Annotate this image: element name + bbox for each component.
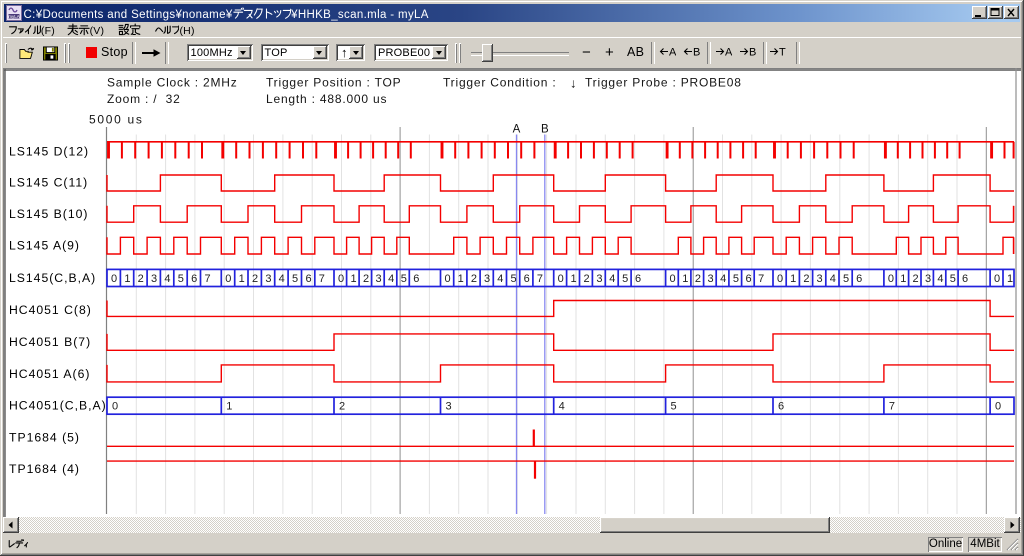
svg-text:3: 3 — [376, 273, 382, 285]
svg-text:B: B — [541, 124, 549, 136]
svg-text:3: 3 — [151, 273, 157, 285]
svg-text:3: 3 — [445, 401, 451, 413]
svg-text:1: 1 — [226, 401, 232, 413]
svg-text:6: 6 — [962, 273, 968, 285]
svg-text:HC4051 A(6): HC4051 A(6) — [9, 367, 90, 381]
svg-text:Sample Clock : 2MHz: Sample Clock : 2MHz — [107, 76, 238, 90]
svg-text:HC4051(C,B,A): HC4051(C,B,A) — [9, 399, 107, 413]
svg-text:1: 1 — [1007, 273, 1013, 285]
svg-text:3: 3 — [817, 273, 823, 285]
svg-text:1: 1 — [239, 273, 245, 285]
svg-text:5: 5 — [950, 273, 956, 285]
svg-text:5: 5 — [622, 273, 628, 285]
svg-text:7: 7 — [889, 401, 895, 413]
svg-text:2: 2 — [913, 273, 919, 285]
svg-text:6: 6 — [778, 401, 784, 413]
svg-text:3: 3 — [265, 273, 271, 285]
svg-text:0: 0 — [444, 273, 450, 285]
svg-text:Trigger Condition :: Trigger Condition : — [443, 76, 556, 90]
svg-text:2: 2 — [138, 273, 144, 285]
svg-text:2: 2 — [363, 273, 369, 285]
svg-text:A: A — [725, 47, 732, 59]
svg-text:4: 4 — [609, 273, 615, 285]
svg-text:LS145(C,B,A): LS145(C,B,A) — [9, 271, 96, 285]
svg-text:5: 5 — [178, 273, 184, 285]
svg-text:T: T — [779, 47, 786, 59]
svg-text:2: 2 — [583, 273, 589, 285]
svg-text:4: 4 — [559, 401, 565, 413]
svg-text:0: 0 — [670, 273, 676, 285]
svg-text:0: 0 — [338, 273, 344, 285]
svg-text:0: 0 — [558, 273, 564, 285]
svg-text:1: 1 — [124, 273, 130, 285]
svg-text:A: A — [669, 47, 676, 59]
svg-text:2: 2 — [695, 273, 701, 285]
svg-text:5: 5 — [401, 273, 407, 285]
svg-text:LS145 D(12): LS145 D(12) — [9, 145, 89, 159]
svg-text:3: 3 — [596, 273, 602, 285]
svg-text:↓: ↓ — [570, 76, 577, 91]
svg-text:2: 2 — [471, 273, 477, 285]
svg-text:A: A — [513, 124, 521, 136]
svg-text:B: B — [693, 47, 700, 59]
svg-text:4: 4 — [279, 273, 285, 285]
svg-text:LS145 C(11): LS145 C(11) — [9, 176, 88, 190]
svg-text:4: 4 — [937, 273, 943, 285]
svg-text:0: 0 — [777, 273, 783, 285]
svg-text:myLA: myLA — [8, 14, 20, 19]
svg-text:4: 4 — [164, 273, 170, 285]
svg-text:6: 6 — [856, 273, 862, 285]
svg-text:LS145 A(9): LS145 A(9) — [9, 239, 80, 253]
svg-text:6: 6 — [413, 273, 419, 285]
svg-text:3: 3 — [708, 273, 714, 285]
svg-text:0: 0 — [994, 273, 1000, 285]
svg-text:5: 5 — [843, 273, 849, 285]
svg-text:B: B — [749, 47, 756, 59]
svg-text:5: 5 — [292, 273, 298, 285]
svg-text:7: 7 — [758, 273, 764, 285]
svg-text:6: 6 — [635, 273, 641, 285]
svg-text:0: 0 — [995, 401, 1001, 413]
svg-text:1: 1 — [571, 273, 577, 285]
svg-text:6: 6 — [524, 273, 530, 285]
svg-text:Zoom : / 32: Zoom : / 32 — [107, 92, 181, 106]
svg-text:5: 5 — [510, 273, 516, 285]
svg-text:TP1684 (4): TP1684 (4) — [9, 462, 80, 476]
svg-text:1: 1 — [458, 273, 464, 285]
svg-text:7: 7 — [204, 273, 210, 285]
svg-text:3: 3 — [925, 273, 931, 285]
svg-text:Trigger Position : TOP: Trigger Position : TOP — [266, 76, 401, 90]
svg-text:7: 7 — [537, 273, 543, 285]
svg-text:4: 4 — [720, 273, 726, 285]
svg-text:6: 6 — [191, 273, 197, 285]
svg-text:1: 1 — [351, 273, 357, 285]
svg-text:6: 6 — [746, 273, 752, 285]
svg-text:5: 5 — [733, 273, 739, 285]
svg-text:0: 0 — [888, 273, 894, 285]
svg-text:4: 4 — [830, 273, 836, 285]
svg-text:TP1684 (5): TP1684 (5) — [9, 431, 80, 445]
svg-text:0: 0 — [112, 401, 118, 413]
svg-text:1: 1 — [790, 273, 796, 285]
svg-text:Length : 488.000 us: Length : 488.000 us — [266, 92, 387, 106]
svg-text:6: 6 — [305, 273, 311, 285]
svg-text:LS145 B(10): LS145 B(10) — [9, 207, 88, 221]
svg-text:2: 2 — [252, 273, 258, 285]
svg-text:5: 5 — [671, 401, 677, 413]
svg-text:4: 4 — [497, 273, 503, 285]
svg-text:4: 4 — [388, 273, 394, 285]
svg-text:3: 3 — [484, 273, 490, 285]
svg-text:HC4051 C(8): HC4051 C(8) — [9, 303, 92, 317]
svg-text:0: 0 — [225, 273, 231, 285]
svg-text:1: 1 — [900, 273, 906, 285]
svg-text:2: 2 — [339, 401, 345, 413]
svg-text:1: 1 — [682, 273, 688, 285]
svg-text:0: 0 — [111, 273, 117, 285]
svg-text:5000 us: 5000 us — [89, 113, 144, 127]
svg-text:Trigger Probe : PROBE08: Trigger Probe : PROBE08 — [585, 76, 742, 90]
svg-text:HC4051 B(7): HC4051 B(7) — [9, 335, 91, 349]
svg-text:2: 2 — [803, 273, 809, 285]
svg-text:7: 7 — [319, 273, 325, 285]
